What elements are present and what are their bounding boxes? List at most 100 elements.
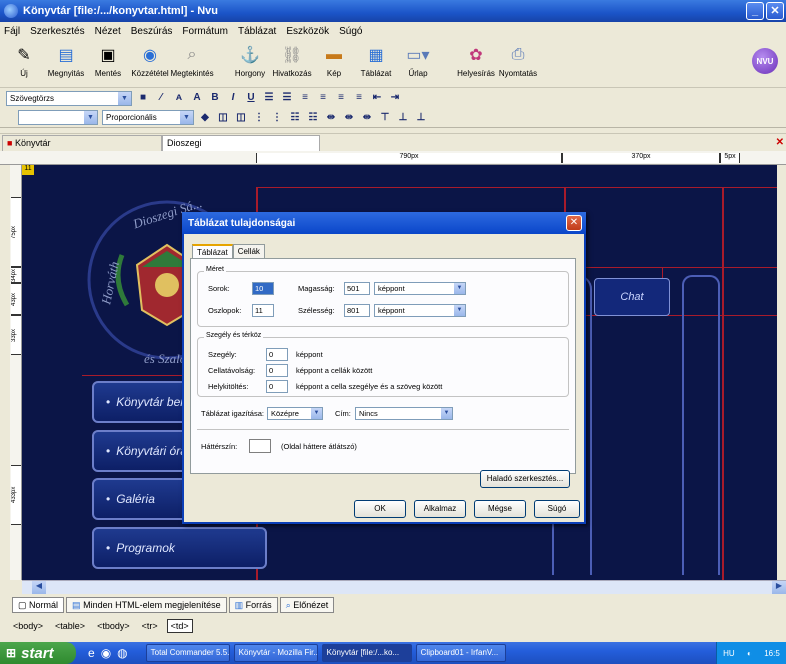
width-mode-select[interactable]: Proporcionális ▼ [102,110,194,125]
publish-button[interactable]: ◉ Közzététel [131,44,168,78]
tag-tr[interactable]: <tr> [139,620,161,632]
task-total-commander[interactable]: Total Commander 5.5... [145,644,230,662]
chat-button[interactable]: Chat [594,278,670,316]
spacing-field[interactable]: 0 [266,364,288,377]
outdent-icon[interactable]: ⇤ [370,91,384,105]
menu-table[interactable]: Táblázat [238,26,276,37]
height-unit-select[interactable]: képpont ▼ [374,282,466,295]
save-button[interactable]: ▣ Mentés [90,44,126,78]
menu-view[interactable]: Nézet [95,26,121,37]
link-button[interactable]: ⛓ Hivatkozás [272,44,311,78]
align-select[interactable]: Középre ▼ [267,407,323,420]
advanced-edit-button[interactable]: Haladó szerkesztés... [480,470,570,488]
language-indicator[interactable]: HU [723,649,735,658]
start-button[interactable]: ⊞ start [0,642,76,664]
paragraph-style-select[interactable]: Szövegtörzs ▼ [6,90,132,106]
apply-button[interactable]: Alkalmaz [414,500,466,518]
rows-field[interactable]: 10 [252,282,274,295]
ruler-segment[interactable]: 33px [11,315,21,355]
menu-edit[interactable]: Szerkesztés [30,26,84,37]
form-button[interactable]: ▭▾ Űrlap [400,44,436,78]
ruler-segment[interactable]: 433px [11,465,21,525]
tab-table[interactable]: Táblázat [192,244,233,259]
table-insert-icon[interactable]: ◆ [198,111,212,125]
indent-icon[interactable]: ⇥ [388,91,402,105]
help-button[interactable]: Súgó [534,500,580,518]
text-color-icon[interactable]: ■ [136,91,150,105]
task-mozilla-firefox[interactable]: Könyvtár - Mozilla Fir... [233,644,318,662]
row-delete-icon[interactable]: ☷ [288,111,302,125]
col-insert-icon[interactable]: ⋮ [270,111,284,125]
ruler-segment[interactable]: 790px [256,153,562,163]
tab-cells[interactable]: Cellák [232,244,265,259]
menu-tools[interactable]: Eszközök [286,26,329,37]
cell-split-icon[interactable]: ◫ [234,111,248,125]
menu-insert[interactable]: Beszúrás [131,26,173,37]
ok-button[interactable]: OK [354,500,406,518]
tab-dioszegi[interactable]: Dioszegi [162,135,320,151]
menu-help[interactable]: Súgó [339,26,362,37]
font-select[interactable]: ▼ [18,110,98,125]
bgcolor-swatch[interactable] [249,439,271,453]
row-insert-icon[interactable]: ⋮ [252,111,266,125]
table-button[interactable]: ▦ Táblázat [358,44,394,78]
image-button[interactable]: ▬ Kép [316,44,352,78]
open-button[interactable]: ▤ Megnyitás [48,44,84,78]
ruler-segment[interactable]: 43px [11,283,21,315]
cols-field[interactable]: 11 [252,304,274,317]
justify-icon[interactable]: ≡ [352,91,366,105]
width-unit-select[interactable]: képpont ▼ [374,304,466,317]
bold-icon[interactable]: B [208,91,222,105]
close-window-button[interactable]: ✕ [766,2,784,20]
align-right-icon[interactable]: ≡ [334,91,348,105]
align-left-icon[interactable]: ≡ [298,91,312,105]
ruler-segment[interactable]: 75px [11,197,21,267]
width-field[interactable]: 801 [344,304,370,317]
valign-mid-icon[interactable]: ⊥ [396,111,410,125]
task-nvu[interactable]: Könyvtár [file:/...ko... [321,644,412,662]
print-button[interactable]: ⎙ Nyomtatás [499,44,537,78]
menu-format[interactable]: Formátum [182,26,228,37]
tag-tbody[interactable]: <tbody> [94,620,133,632]
ruler-segment[interactable]: 5px [720,153,740,163]
font-larger-icon[interactable]: A [190,91,204,105]
tab-normal[interactable]: ▢ Normál [12,597,65,613]
padding-field[interactable]: 0 [266,380,288,393]
cell-left-icon[interactable]: ⇹ [324,111,338,125]
tray-icon[interactable]: ◐ [747,649,752,658]
italic-icon[interactable]: I [226,91,240,105]
tab-source[interactable]: ▥ Forrás [228,597,278,613]
minimize-button[interactable]: _ [746,2,764,20]
media-icon[interactable]: ◉ [101,646,111,660]
scroll-left-icon[interactable]: ◀ [32,581,46,594]
valign-top-icon[interactable]: ⊤ [378,111,392,125]
cancel-button[interactable]: Mégse [474,500,526,518]
underline-icon[interactable]: U [244,91,258,105]
ruler-segment[interactable]: 370px [562,153,720,163]
cell-merge-icon[interactable]: ◫ [216,111,230,125]
highlight-icon[interactable]: ⁄ [154,91,168,105]
anchor-button[interactable]: ⚓ Horgony [232,44,268,78]
new-button[interactable]: ✎ Új [6,44,42,78]
ie-icon[interactable]: e [88,646,95,660]
cell-right-icon[interactable]: ⇹ [342,111,356,125]
scroll-right-icon[interactable]: ▶ [772,581,786,594]
col-delete-icon[interactable]: ☷ [306,111,320,125]
mozilla-icon[interactable]: ◍ [117,646,127,660]
font-smaller-icon[interactable]: ᴀ [172,91,186,105]
tag-table[interactable]: <table> [52,620,88,632]
menu-file[interactable]: Fájl [4,26,20,37]
task-irfanview[interactable]: Clipboard01 - IrfanV... [415,644,506,662]
close-tab-icon[interactable]: ✕ [776,137,784,148]
border-field[interactable]: 0 [266,348,288,361]
tab-konyvtar[interactable]: ■ Könyvtár [2,135,162,151]
dialog-close-icon[interactable]: ✕ [566,215,582,231]
browse-button[interactable]: ⌕ Megtekintés [170,44,213,78]
caption-select[interactable]: Nincs ▼ [355,407,453,420]
numbered-list-icon[interactable]: ☰ [280,91,294,105]
tab-html-tags[interactable]: ▤ Minden HTML-elem megjelenítése [66,597,227,613]
valign-bottom-icon[interactable]: ⊥ [414,111,428,125]
tag-td[interactable]: <td> [166,619,193,633]
height-field[interactable]: 501 [344,282,370,295]
bullet-list-icon[interactable]: ☰ [262,91,276,105]
